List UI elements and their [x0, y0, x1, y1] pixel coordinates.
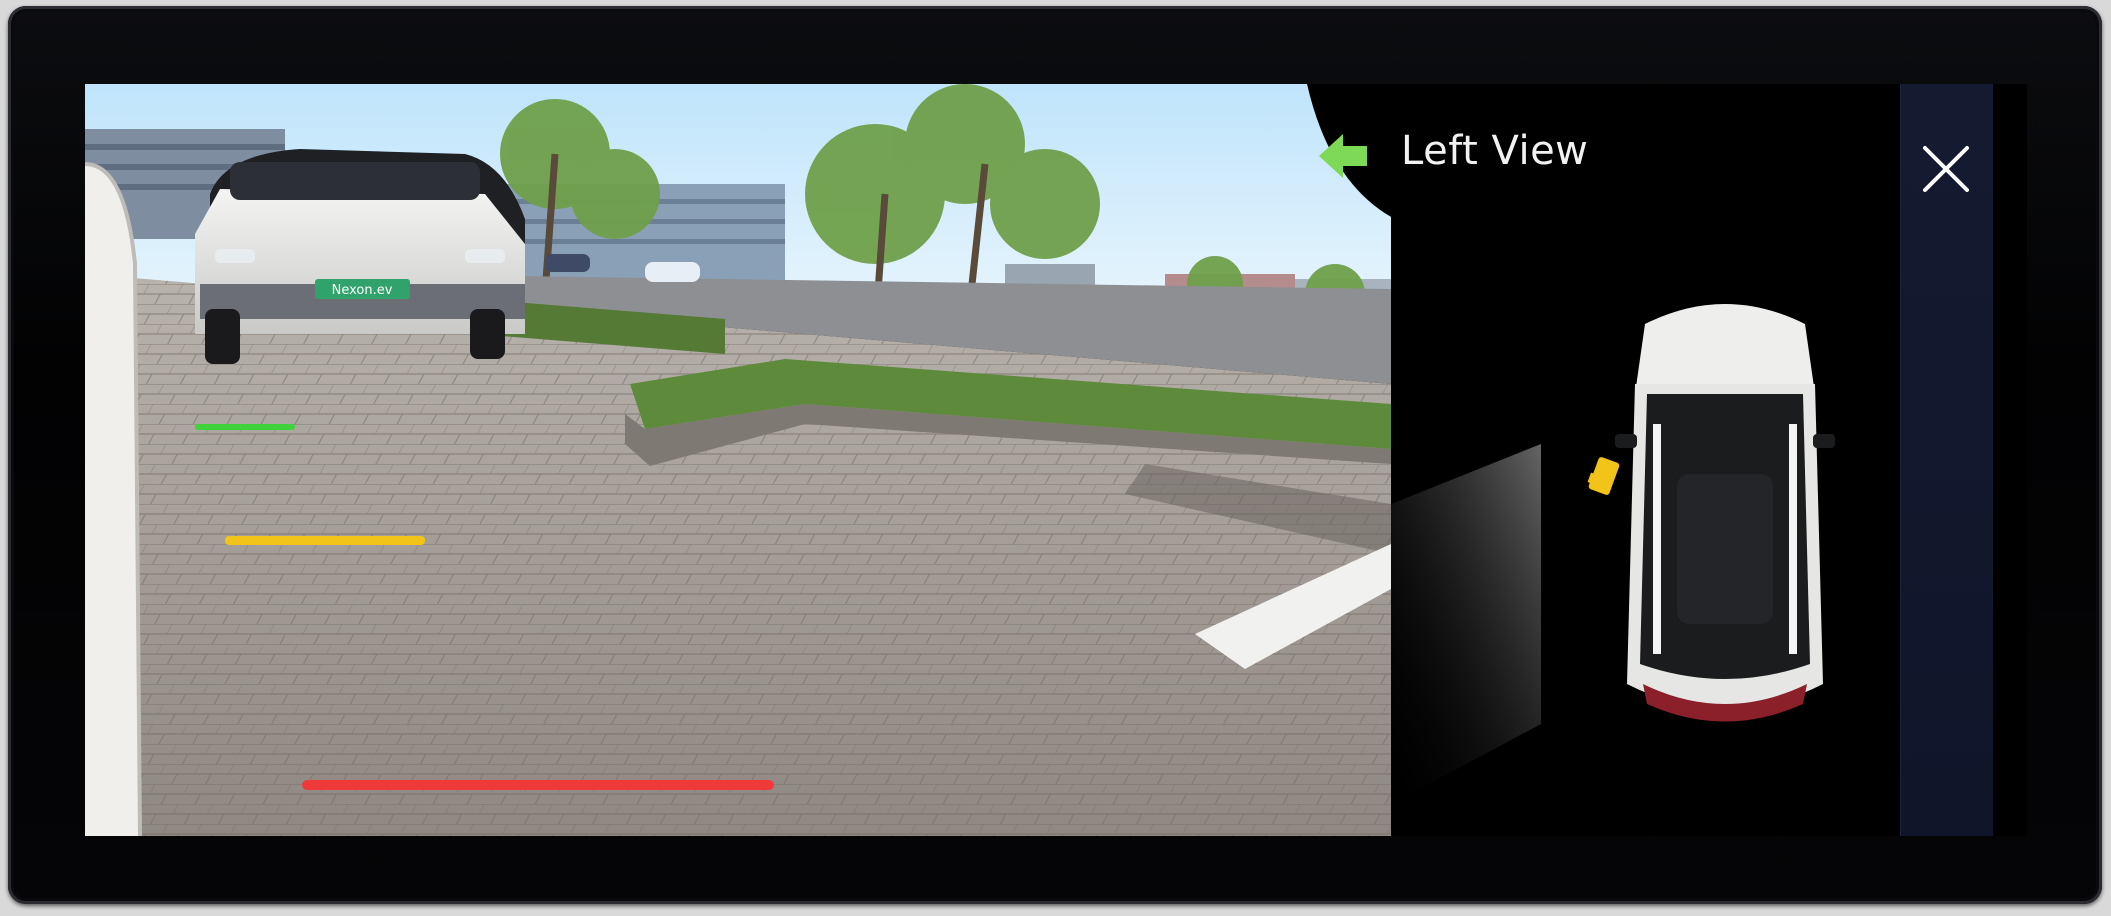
camera-feed: Nexon.ev: [85, 84, 1391, 836]
camera-scene: Nexon.ev: [85, 84, 1391, 836]
left-arrow-icon: [1319, 134, 1367, 178]
oncoming-vehicle: Nexon.ev: [195, 149, 525, 364]
guide-line-red: [302, 780, 774, 790]
vehicle-plate-text: Nexon.ev: [332, 283, 393, 298]
infotainment-screen: Nexon.ev Left View: [85, 84, 2027, 836]
vehicle-top-view: [1587, 304, 1835, 722]
view-title: Left View: [1401, 128, 1589, 174]
guide-line-yellow: [225, 536, 425, 545]
close-icon: [1923, 146, 1969, 192]
camera-marker-icon: [1587, 457, 1620, 495]
close-button[interactable]: [1911, 134, 1981, 204]
guide-line-green: [195, 424, 295, 430]
